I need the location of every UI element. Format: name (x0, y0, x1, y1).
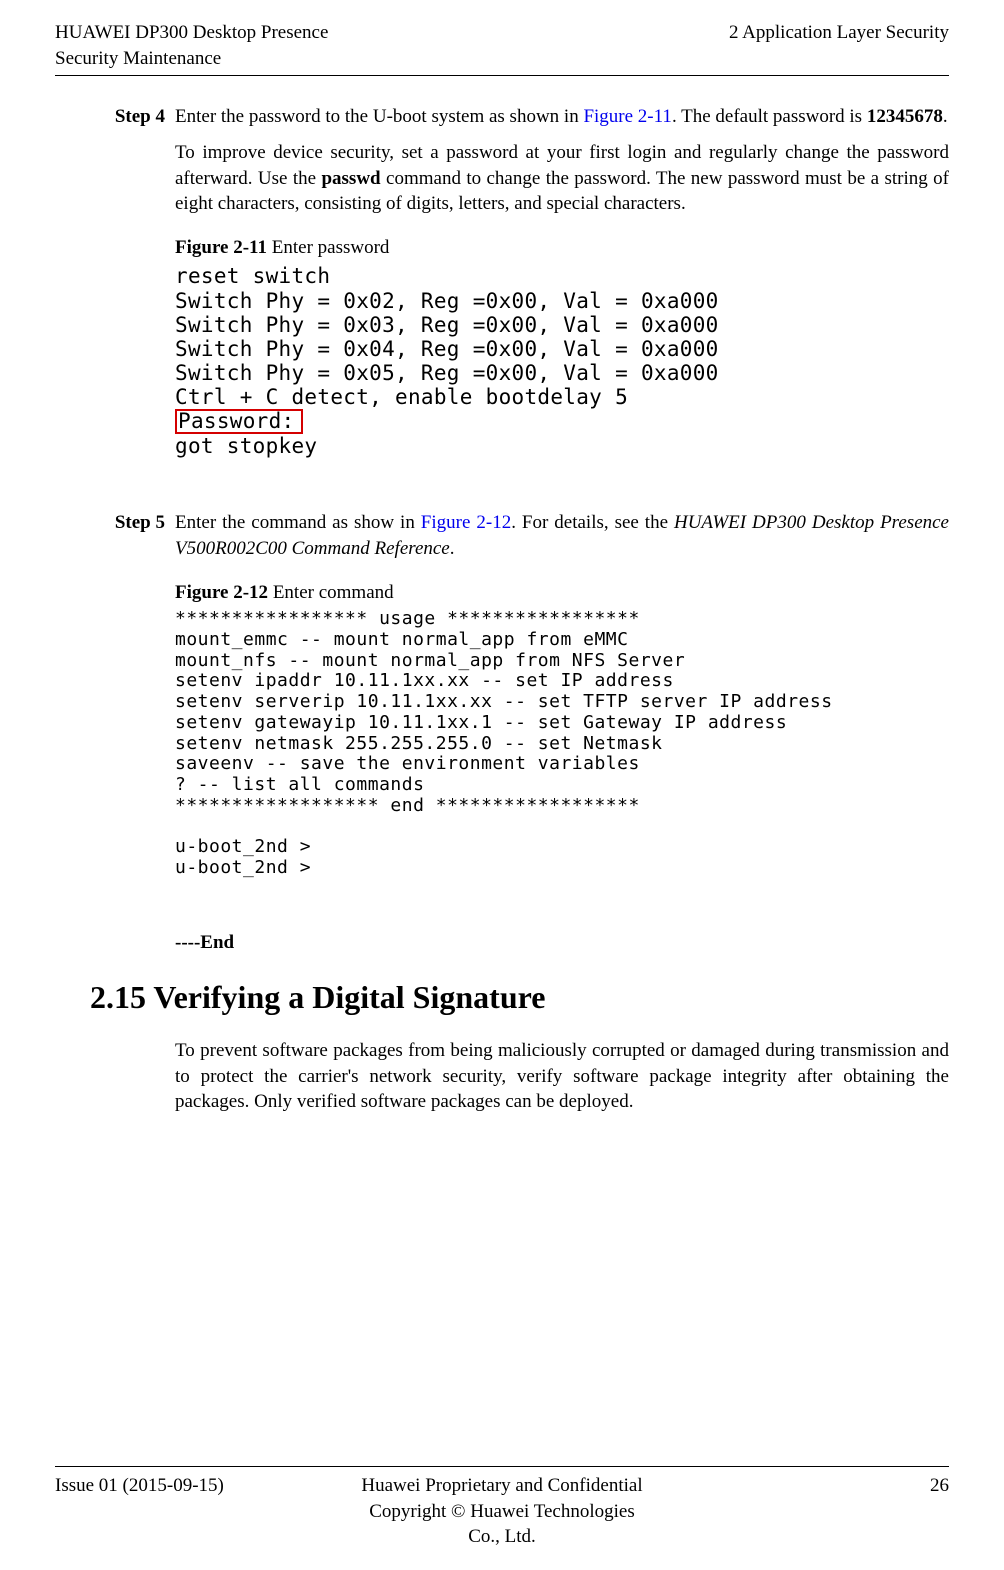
step-5-label: Step 5 (90, 510, 175, 908)
figure-2-12-caption: Figure 2-12 Enter command (175, 580, 949, 606)
header-rule (55, 75, 949, 76)
header-right-line2: 2 Application Layer Security (729, 20, 949, 46)
figure-2-12-console: ***************** usage ****************… (175, 609, 949, 878)
header-left-line1: HUAWEI DP300 Desktop Presence (55, 20, 328, 46)
footer-rule (55, 1466, 949, 1467)
footer-page-number: 26 (651, 1473, 949, 1499)
page-footer: Issue 01 (2015-09-15) Huawei Proprietary… (55, 1473, 949, 1550)
figure-2-11-link[interactable]: Figure 2-11 (583, 106, 671, 127)
step-4-paragraph-1: Enter the password to the U-boot system … (175, 104, 949, 130)
footer-confidential: Huawei Proprietary and Confidential (353, 1473, 651, 1499)
end-marker: ----End (175, 930, 949, 956)
footer-issue: Issue 01 (2015-09-15) (55, 1473, 353, 1499)
footer-copyright: Copyright © Huawei Technologies Co., Ltd… (353, 1499, 651, 1550)
password-highlight-box: Password: (175, 409, 303, 434)
step-5-paragraph-1: Enter the command as show in Figure 2-12… (175, 510, 949, 561)
default-password: 12345678 (867, 106, 943, 127)
step-4: Step 4 Enter the password to the U-boot … (90, 104, 949, 488)
figure-2-12-link[interactable]: Figure 2-12 (421, 512, 511, 533)
step-4-paragraph-2: To improve device security, set a passwo… (175, 140, 949, 217)
section-2-15-body: To prevent software packages from being … (175, 1038, 949, 1115)
page-header: HUAWEI DP300 Desktop Presence Security M… (55, 20, 949, 71)
section-2-15-title: 2.15 Verifying a Digital Signature (90, 976, 949, 1019)
step-5: Step 5 Enter the command as show in Figu… (90, 510, 949, 908)
header-left-line2: Security Maintenance (55, 46, 328, 72)
figure-2-11-caption: Figure 2-11 Enter password (175, 235, 949, 261)
figure-2-11-console: reset switch Switch Phy = 0x02, Reg =0x0… (175, 264, 949, 458)
passwd-command: passwd (321, 168, 380, 189)
step-4-label: Step 4 (90, 104, 175, 488)
